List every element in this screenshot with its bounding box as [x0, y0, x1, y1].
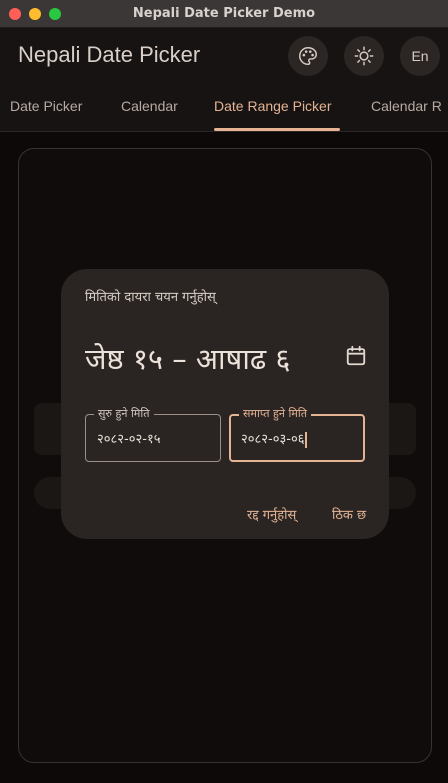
palette-icon: [299, 47, 317, 65]
tab-date-picker[interactable]: Date Picker: [10, 98, 82, 114]
cancel-button[interactable]: रद्द गर्नुहोस्: [247, 505, 296, 523]
tab-bar: Date Picker Calendar Date Range Picker C…: [0, 84, 448, 132]
theme-color-button[interactable]: [288, 36, 328, 76]
language-toggle-button[interactable]: En: [400, 36, 440, 76]
window-title: Nepali Date Picker Demo: [132, 6, 316, 21]
end-date-label: समाप्त हुने मिति: [239, 406, 312, 421]
tab-date-range-picker[interactable]: Date Range Picker: [214, 98, 332, 114]
text-caret: [305, 431, 308, 448]
app-bar: Nepali Date Picker En: [0, 28, 448, 84]
brightness-icon: [354, 46, 374, 66]
start-date-field[interactable]: सुरु हुने मिति २०८२-०२-१५: [85, 406, 221, 462]
dialog-heading: मितिको दायरा चयन गर्नुहोस्: [85, 290, 216, 305]
end-date-field[interactable]: समाप्त हुने मिति २०८२-०३-०६: [229, 406, 365, 462]
start-date-value: २०८२-०२-१५: [97, 432, 161, 447]
end-date-value: २०८२-०३-०६: [241, 432, 305, 447]
theme-mode-button[interactable]: [344, 36, 384, 76]
date-range-dialog: मितिको दायरा चयन गर्नुहोस् जेष्ठ १५ – आष…: [61, 269, 389, 539]
window-titlebar: Nepali Date Picker Demo: [0, 0, 448, 28]
ok-button[interactable]: ठिक छ: [332, 505, 366, 523]
active-tab-indicator: [214, 128, 340, 131]
start-date-label: सुरु हुने मिति: [94, 406, 154, 421]
selected-range-text: जेष्ठ १५ – आषाढ ६: [85, 342, 291, 376]
end-date-value-wrap: २०८२-०३-०६: [241, 429, 308, 448]
calendar-icon[interactable]: [345, 345, 367, 367]
app-title: Nepali Date Picker: [18, 42, 201, 67]
tab-calendar-range[interactable]: Calendar R: [371, 98, 442, 114]
tab-calendar[interactable]: Calendar: [121, 98, 178, 114]
